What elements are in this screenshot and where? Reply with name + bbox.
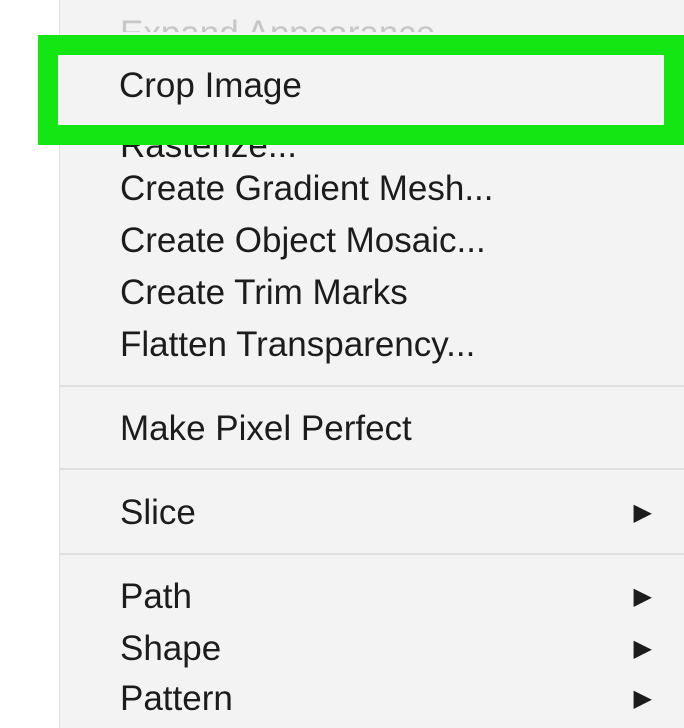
submenu-arrow-icon: ▶ xyxy=(633,499,652,526)
menu-item-label: Pattern xyxy=(120,679,233,718)
menu-item-slice[interactable]: Slice ▶ xyxy=(60,487,684,539)
submenu-arrow-icon: ▶ xyxy=(633,583,652,610)
menu-item-label: Make Pixel Perfect xyxy=(120,409,412,448)
menu-item-shape[interactable]: Shape ▶ xyxy=(60,623,684,675)
menu-item-label: Shape xyxy=(120,629,222,668)
menu-separator xyxy=(60,385,684,387)
menu-item-label: Create Trim Marks xyxy=(120,273,408,312)
menu-item-create-object-mosaic[interactable]: Create Object Mosaic... xyxy=(60,215,684,267)
menu-item-label: Expand Appearance xyxy=(120,8,435,32)
menu-item-label: Slice xyxy=(120,493,196,532)
submenu-arrow-icon: ▶ xyxy=(633,635,652,662)
menu-separator xyxy=(60,553,684,555)
menu-item-label: Path xyxy=(120,577,192,616)
submenu-arrow-icon: ▶ xyxy=(633,685,652,712)
screenshot-page: Expand Appearance Rasterize... Create Gr… xyxy=(0,0,684,728)
menu-item-label: Flatten Transparency... xyxy=(120,325,476,364)
menu-item-label: Create Object Mosaic... xyxy=(120,221,486,260)
menu-item-path[interactable]: Path ▶ xyxy=(60,571,684,623)
menu-item-make-pixel-perfect[interactable]: Make Pixel Perfect xyxy=(60,403,684,455)
menu-item-create-gradient-mesh[interactable]: Create Gradient Mesh... xyxy=(60,163,684,215)
menu-item-create-trim-marks[interactable]: Create Trim Marks xyxy=(60,267,684,319)
menu-item-flatten-transparency[interactable]: Flatten Transparency... xyxy=(60,319,684,371)
menu-item-pattern[interactable]: Pattern ▶ xyxy=(60,673,684,725)
menu-item-label: Create Gradient Mesh... xyxy=(120,169,494,208)
menu-item-label: Crop Image xyxy=(119,66,302,105)
menu-separator xyxy=(60,468,684,470)
menu-item-crop-image[interactable]: Crop Image xyxy=(119,60,302,112)
